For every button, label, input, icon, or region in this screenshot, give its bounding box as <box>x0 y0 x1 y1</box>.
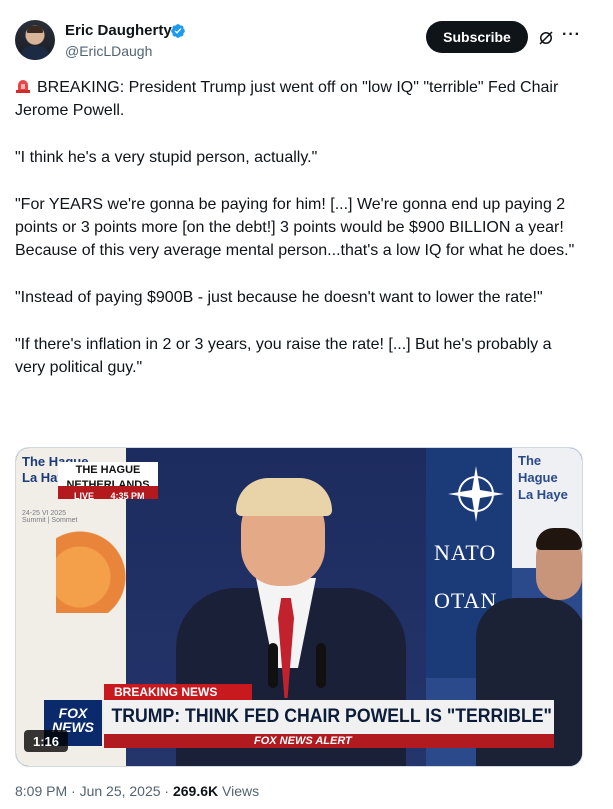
microphone <box>268 643 278 688</box>
nato-label: NATO <box>434 540 497 565</box>
views-label: Views <box>218 783 260 799</box>
video-player[interactable]: The Hague La Haye 24-25 VI 2025 Summit |… <box>15 447 583 767</box>
speaker-hair <box>236 478 332 516</box>
more-icon[interactable]: ··· <box>562 26 581 44</box>
author-name[interactable]: Eric Daugherty <box>65 22 172 39</box>
tweet-paragraph: "Instead of paying $900B - just because … <box>15 289 543 306</box>
subscribe-button[interactable]: Subscribe <box>426 21 528 53</box>
siren-icon <box>16 80 30 93</box>
view-count: 269.6K <box>172 783 219 799</box>
tweet-timestamp[interactable]: 8:09 PM · Jun 25, 2025 · <box>15 783 173 799</box>
tweet-paragraph: BREAKING: President Trump just went off … <box>15 79 563 119</box>
grok-icon[interactable] <box>537 29 555 47</box>
summit-logo <box>56 523 136 613</box>
fox-news-alert: FOX NEWS ALERT <box>104 734 554 748</box>
microphone <box>316 643 326 688</box>
tweet-meta: 8:09 PM · Jun 25, 2025 · 269.6K Views <box>15 783 259 799</box>
tweet-paragraph: "If there's inflation in 2 or 3 years, y… <box>15 336 556 376</box>
verified-badge-icon <box>171 24 185 38</box>
avatar[interactable] <box>15 20 55 60</box>
video-duration: 1:16 <box>24 730 68 752</box>
tweet-paragraph: "For YEARS we're gonna be paying for him… <box>15 196 575 259</box>
tweet-paragraph: "I think he's a very stupid person, actu… <box>15 149 318 166</box>
nato-star-icon <box>448 466 504 522</box>
person-right-hair <box>536 528 582 550</box>
breaking-news-tag: BREAKING NEWS <box>104 684 252 700</box>
chyron-headline: TRUMP: THINK FED CHAIR POWELL IS "TERRIB… <box>104 700 554 734</box>
tweet-text: BREAKING: President Trump just went off … <box>15 76 585 403</box>
author-handle[interactable]: @EricLDaugh <box>65 43 152 59</box>
live-bug: LIVE 4:35 PM <box>58 486 158 501</box>
